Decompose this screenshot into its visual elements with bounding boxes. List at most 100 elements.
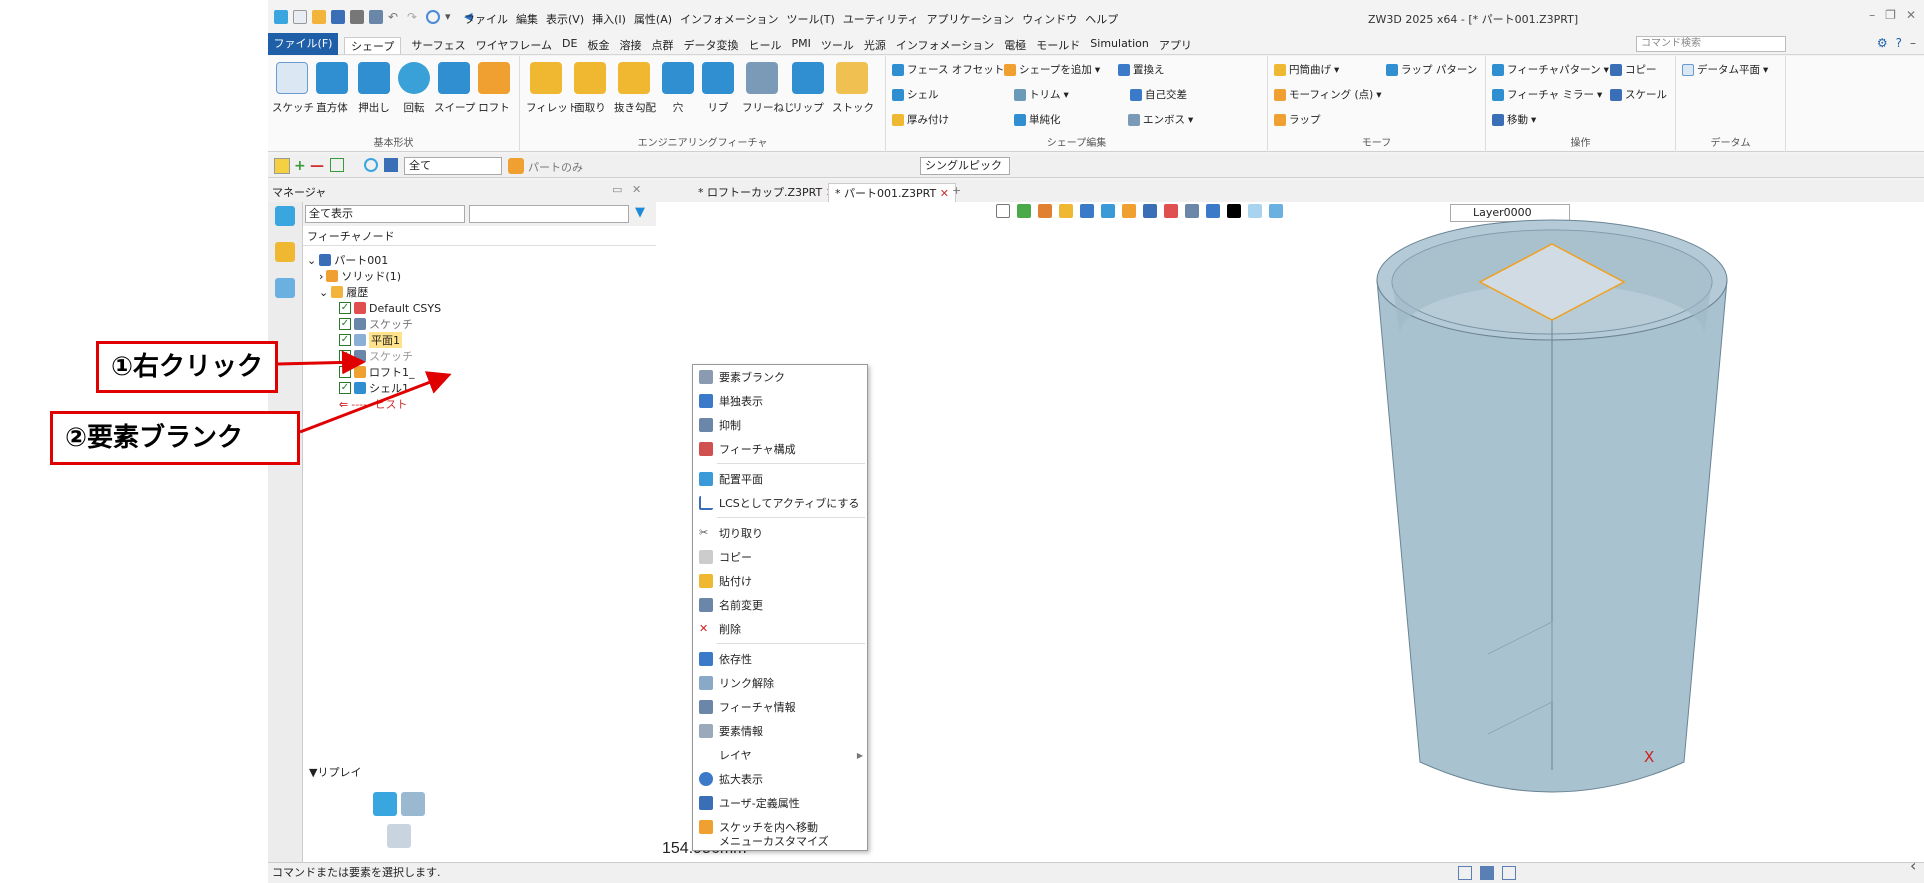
customize-icon[interactable]: ▾: [445, 10, 459, 24]
replace-button[interactable]: 置換え: [1118, 62, 1165, 77]
sweep-button[interactable]: スイープ: [434, 62, 475, 115]
close-panel-icon[interactable]: ✕: [632, 183, 641, 196]
tree-node-sketch1[interactable]: ✓ スケッチ: [339, 316, 413, 332]
menu-item-user-attributes[interactable]: ユーザ-定義属性: [693, 791, 869, 815]
cylinder-bend-button[interactable]: 円筒曲げ ▾: [1274, 62, 1339, 77]
status-display-icon[interactable]: [1480, 866, 1494, 880]
add-shape-button[interactable]: シェープを追加 ▾: [1004, 62, 1100, 77]
menu-item-customize[interactable]: メニューカスタマイズ: [693, 831, 869, 851]
visibility-checkbox[interactable]: ✓: [339, 334, 351, 346]
restore-icon[interactable]: ❐: [1885, 8, 1896, 22]
show-all-select[interactable]: 全て表示: [305, 205, 465, 223]
stock-button[interactable]: ストック: [832, 62, 874, 115]
open-folder-icon[interactable]: [312, 10, 326, 24]
print-icon[interactable]: [350, 10, 364, 24]
tab-information[interactable]: インフォメーション: [896, 37, 994, 54]
menu-item-layer[interactable]: レイヤ ▶: [693, 743, 869, 767]
menu-item-dependency[interactable]: 依存性: [693, 647, 869, 671]
menu-window[interactable]: ウィンドウ: [1022, 11, 1077, 27]
tab-sheetmetal[interactable]: 板金: [587, 37, 609, 54]
fillet-button[interactable]: フィレット: [526, 62, 578, 115]
menu-item-delete[interactable]: ✕ 削除: [693, 617, 869, 641]
sketch-button[interactable]: スケッチ: [272, 62, 314, 115]
tree-filter-input[interactable]: [469, 205, 629, 223]
tree-node-shell1[interactable]: ✓ シェル1: [339, 380, 409, 396]
tab-de[interactable]: DE: [562, 37, 577, 54]
chevron-down-icon[interactable]: ⌄: [319, 286, 328, 299]
doc-tab-loft-cup[interactable]: * ロフトーカップ.Z3PRT ✕: [692, 183, 841, 201]
shape-filter-icon[interactable]: [364, 158, 378, 172]
select-filter-icon[interactable]: [426, 10, 440, 24]
part-filter-icon[interactable]: [508, 158, 524, 174]
tab-data-convert[interactable]: データ変換: [683, 37, 738, 54]
step-icon[interactable]: [401, 792, 425, 816]
visibility-checkbox[interactable]: ✓: [339, 366, 351, 378]
simplify-button[interactable]: 単純化: [1014, 112, 1061, 127]
lip-button[interactable]: リップ: [788, 62, 828, 115]
copy-feature-button[interactable]: コピー: [1610, 62, 1657, 77]
undo-icon[interactable]: ↶: [388, 10, 402, 24]
funnel-icon[interactable]: ▼: [635, 205, 651, 221]
wrap-pattern-button[interactable]: ラップ パターン: [1386, 62, 1477, 77]
file-tab[interactable]: ファイル(F): [268, 33, 338, 55]
status-view-icon[interactable]: [1458, 866, 1472, 880]
visibility-checkbox[interactable]: ✓: [339, 318, 351, 330]
draft-button[interactable]: 抜き勾配: [614, 62, 656, 115]
menu-help[interactable]: ヘルプ: [1085, 11, 1118, 27]
free-thread-button[interactable]: フリーねじ: [742, 62, 795, 115]
feature-pattern-button[interactable]: フィーチャパターン ▾: [1492, 62, 1609, 77]
menu-information[interactable]: インフォメーション: [680, 11, 778, 27]
menu-insert[interactable]: 挿入(I): [592, 11, 626, 27]
self-intersect-button[interactable]: 自己交差: [1130, 87, 1187, 102]
menu-item-cut[interactable]: ✂ 切り取り: [693, 521, 869, 545]
thicken-button[interactable]: 厚み付け: [892, 112, 949, 127]
filter-add-icon[interactable]: [330, 158, 344, 172]
tree-node-history[interactable]: ⌄ 履歴: [319, 284, 368, 300]
extrude-button[interactable]: 押出し: [354, 62, 394, 115]
pick-cursor-icon[interactable]: [274, 158, 290, 174]
loft-button[interactable]: ロフト: [474, 62, 514, 115]
wrap-button[interactable]: ラップ: [1274, 112, 1321, 127]
menu-item-feature-config[interactable]: フィーチャ構成: [693, 437, 869, 461]
visibility-checkbox[interactable]: ✓: [339, 382, 351, 394]
datum-plane-button[interactable]: データム平面 ▾: [1682, 62, 1768, 77]
menu-item-placement-plane[interactable]: 配置平面: [693, 467, 869, 491]
visibility-checkbox[interactable]: ✓: [339, 350, 351, 362]
menu-file[interactable]: ファイル: [464, 11, 508, 27]
menu-item-activate-lcs[interactable]: LCSとしてアクティブにする: [693, 491, 869, 515]
menu-view[interactable]: 表示(V): [546, 11, 584, 27]
face-offset-button[interactable]: フェース オフセット ▾: [892, 62, 1013, 77]
tree-node-csys[interactable]: ✓ Default CSYS: [339, 300, 441, 316]
tree-node-loft1[interactable]: ✓ ロフト1_: [339, 364, 415, 380]
move-button[interactable]: 移動 ▾: [1492, 112, 1536, 127]
replay-section-label[interactable]: ▼リプレイ: [303, 764, 657, 782]
tree-node-part[interactable]: ⌄ パート001: [307, 252, 388, 268]
emboss-button[interactable]: エンボス ▾: [1128, 112, 1193, 127]
redo-icon[interactable]: ↷: [407, 10, 421, 24]
tree-node-history-end[interactable]: ⇐ ----- ヒスト: [339, 396, 408, 412]
tab-wireframe[interactable]: ワイヤフレーム: [476, 37, 552, 54]
history-marker-icon[interactable]: ⇐: [339, 398, 348, 411]
tab-weld[interactable]: 溶接: [619, 37, 641, 54]
link-icon[interactable]: [387, 824, 411, 848]
menu-application[interactable]: アプリケーション: [927, 11, 1015, 27]
menu-item-rename[interactable]: 名前変更: [693, 593, 869, 617]
scale-button[interactable]: スケール: [1610, 87, 1667, 102]
menu-item-suppress[interactable]: 抑制: [693, 413, 869, 437]
menu-utility[interactable]: ユーティリティ: [843, 11, 919, 27]
menu-attribute[interactable]: 属性(A): [634, 11, 672, 27]
feature-mirror-button[interactable]: フィーチャ ミラー ▾: [1492, 87, 1602, 102]
print-preview-icon[interactable]: [369, 10, 383, 24]
tab-simulation[interactable]: Simulation: [1090, 37, 1149, 54]
save-icon[interactable]: [331, 10, 345, 24]
help-icon[interactable]: ?: [1896, 36, 1902, 50]
minimize-ribbon-icon[interactable]: –: [1910, 36, 1916, 50]
tab-heal[interactable]: ヒール: [748, 37, 781, 54]
menu-item-show-only[interactable]: 単独表示: [693, 389, 869, 413]
tab-tools[interactable]: ツール: [821, 37, 854, 54]
new-tab-icon[interactable]: +: [946, 183, 967, 198]
pick-mode-select[interactable]: シングルピック: [920, 157, 1010, 175]
play-icon[interactable]: [373, 792, 397, 816]
rib-button[interactable]: リブ: [698, 62, 738, 115]
tree-node-solid[interactable]: › ソリッド(1): [319, 268, 401, 284]
